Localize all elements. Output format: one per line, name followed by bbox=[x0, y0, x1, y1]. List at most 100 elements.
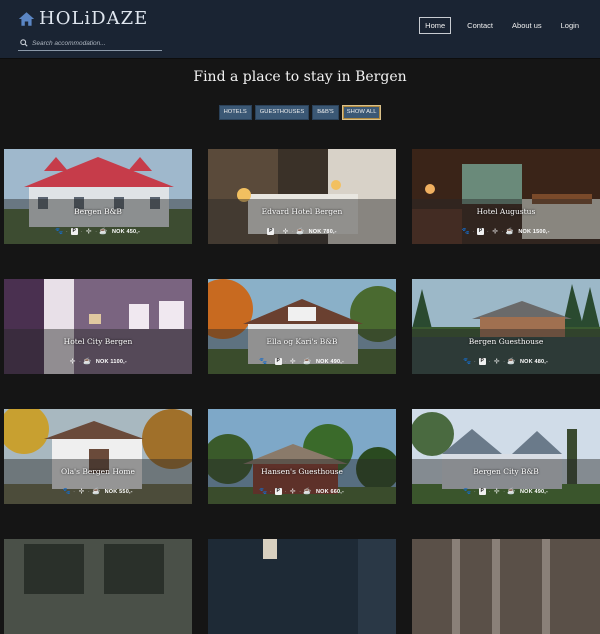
separator: · bbox=[284, 358, 287, 365]
accommodation-card[interactable]: Hotel City Bergen ⊹ · ☕ NOK 1100,- bbox=[4, 279, 192, 374]
separator: · bbox=[65, 228, 68, 235]
pet-icon: 🐾 bbox=[259, 358, 268, 365]
card-overlay bbox=[4, 329, 192, 374]
wifi-icon: ⊹ bbox=[494, 358, 500, 365]
filter-bar: HOTELS GUESTHOUSES B&B'S SHOW ALL bbox=[0, 105, 600, 120]
card-title: Ella og Kari's B&B bbox=[266, 337, 338, 346]
pet-icon: 🐾 bbox=[461, 228, 470, 235]
filter-button-b-b-s[interactable]: B&B'S bbox=[312, 105, 339, 120]
separator: · bbox=[284, 488, 287, 495]
separator: · bbox=[486, 228, 489, 235]
separator: · bbox=[503, 358, 505, 365]
card-price: NOK 1100,- bbox=[95, 358, 127, 365]
card-amenities: 🐾 · P · ⊹ · ☕ NOK 660,- bbox=[208, 488, 396, 495]
brand-logo[interactable]: HOLiDAZE bbox=[18, 8, 148, 29]
parking-icon: P bbox=[267, 228, 275, 235]
pet-icon: 🐾 bbox=[259, 488, 268, 495]
nav-link-home[interactable]: Home bbox=[419, 17, 452, 34]
card-price: NOK 450,- bbox=[111, 228, 141, 235]
card-image bbox=[412, 539, 600, 634]
nav-link-login[interactable]: Login bbox=[552, 17, 588, 34]
wifi-icon: ⊹ bbox=[492, 228, 498, 235]
page-title: Find a place to stay in Bergen bbox=[193, 69, 407, 85]
separator: · bbox=[269, 488, 272, 495]
parking-icon: P bbox=[274, 358, 282, 365]
nav-menu: Home Contact About us Login bbox=[418, 17, 588, 34]
parking-icon: P bbox=[70, 228, 78, 235]
parking-icon: P bbox=[478, 358, 486, 365]
wifi-icon: ⊹ bbox=[86, 228, 92, 235]
accommodation-card[interactable] bbox=[4, 539, 192, 634]
card-overlay bbox=[4, 199, 192, 244]
accommodation-card[interactable]: Hotel Augustus 🐾 · P · ⊹ · ☕ NOK 1500,- bbox=[412, 149, 600, 244]
card-price: NOK 1500,- bbox=[518, 228, 550, 235]
card-price: NOK 780,- bbox=[308, 228, 337, 235]
card-price: NOK 490,- bbox=[315, 358, 345, 365]
nav-link-about-us[interactable]: About us bbox=[503, 17, 551, 34]
wifi-icon: ⊹ bbox=[494, 488, 500, 495]
breakfast-icon: ☕ bbox=[505, 228, 514, 235]
wifi-icon: ⊹ bbox=[282, 228, 289, 235]
separator: · bbox=[269, 358, 272, 365]
separator: · bbox=[503, 488, 505, 495]
breakfast-icon: ☕ bbox=[92, 488, 101, 495]
accommodation-card[interactable] bbox=[412, 539, 600, 634]
pet-icon: 🐾 bbox=[55, 228, 64, 235]
accommodation-card[interactable]: Bergen Guesthouse 🐾 · P · ⊹ · ☕ NOK 480,- bbox=[412, 279, 600, 374]
accommodation-card[interactable]: Bergen B&B 🐾 · P · ⊹ · ☕ NOK 450,- bbox=[4, 149, 192, 244]
separator: · bbox=[79, 358, 81, 365]
card-title: Edvard Hotel Bergen bbox=[261, 207, 343, 216]
separator: · bbox=[472, 228, 474, 235]
card-amenities: 🐾 · P · ⊹ · ☕ NOK 490,- bbox=[412, 488, 600, 495]
card-overlay bbox=[208, 199, 396, 244]
separator: · bbox=[80, 228, 83, 235]
card-title: Ola's Bergen Home bbox=[61, 467, 135, 476]
house-icon bbox=[18, 11, 35, 26]
card-price: NOK 550,- bbox=[104, 488, 133, 495]
card-title: Bergen Guesthouse bbox=[468, 337, 544, 346]
card-image bbox=[4, 539, 192, 634]
card-amenities: ⊹ · ☕ NOK 1100,- bbox=[4, 358, 192, 365]
card-overlay bbox=[208, 329, 396, 374]
accommodation-card[interactable]: Edvard Hotel Bergen P · ⊹ · ☕ NOK 780,- bbox=[208, 149, 396, 244]
card-amenities: 🐾 · P · ⊹ · ☕ NOK 1500,- bbox=[412, 228, 600, 235]
wifi-icon: ⊹ bbox=[69, 358, 76, 365]
card-image bbox=[208, 539, 396, 634]
separator: · bbox=[501, 228, 504, 235]
card-title: Bergen B&B bbox=[74, 207, 122, 216]
parking-icon: P bbox=[478, 488, 486, 495]
pet-icon: 🐾 bbox=[463, 488, 472, 495]
filter-button-show-all[interactable]: SHOW ALL bbox=[341, 105, 382, 120]
parking-icon: P bbox=[274, 488, 282, 495]
card-title: Hansen's Guesthouse bbox=[261, 467, 343, 476]
filter-button-hotels[interactable]: HOTELS bbox=[218, 105, 252, 120]
breakfast-icon: ☕ bbox=[296, 228, 305, 235]
card-overlay bbox=[412, 329, 600, 374]
separator: · bbox=[277, 228, 279, 235]
card-amenities: 🐾 · P · ⊹ · ☕ NOK 490,- bbox=[208, 358, 396, 365]
pet-icon: 🐾 bbox=[463, 358, 472, 365]
search-input[interactable] bbox=[32, 39, 162, 47]
separator: · bbox=[299, 358, 301, 365]
wifi-icon: ⊹ bbox=[290, 358, 296, 365]
filter-button-guesthouses[interactable]: GUESTHOUSES bbox=[254, 105, 310, 120]
separator: · bbox=[488, 358, 491, 365]
accommodation-card[interactable] bbox=[208, 539, 396, 634]
card-price: NOK 660,- bbox=[315, 488, 345, 495]
separator: · bbox=[291, 228, 294, 235]
separator: · bbox=[488, 488, 491, 495]
accommodation-card[interactable]: Ella og Kari's B&B 🐾 · P · ⊹ · ☕ NOK 490,- bbox=[208, 279, 396, 374]
separator: · bbox=[73, 488, 75, 495]
parking-icon: P bbox=[476, 228, 484, 235]
navbar: HOLiDAZE Home ContactAbout usLogin bbox=[0, 0, 600, 59]
accommodation-card[interactable]: Bergen City B&B 🐾 · P · ⊹ · ☕ NOK 490,- bbox=[412, 409, 600, 504]
nav-link-contact[interactable]: Contact bbox=[458, 17, 502, 34]
card-overlay bbox=[412, 199, 600, 244]
card-title: Hotel City Bergen bbox=[63, 337, 133, 346]
card-amenities: 🐾 · P · ⊹ · ☕ NOK 480,- bbox=[412, 358, 600, 365]
accommodation-card[interactable]: Hansen's Guesthouse 🐾 · P · ⊹ · ☕ NOK 660,- bbox=[208, 409, 396, 504]
separator: · bbox=[299, 488, 301, 495]
wifi-icon: ⊹ bbox=[78, 488, 85, 495]
accommodation-card[interactable]: Ola's Bergen Home 🐾 · ⊹ · ☕ NOK 550,- bbox=[4, 409, 192, 504]
card-price: NOK 480,- bbox=[519, 358, 549, 365]
